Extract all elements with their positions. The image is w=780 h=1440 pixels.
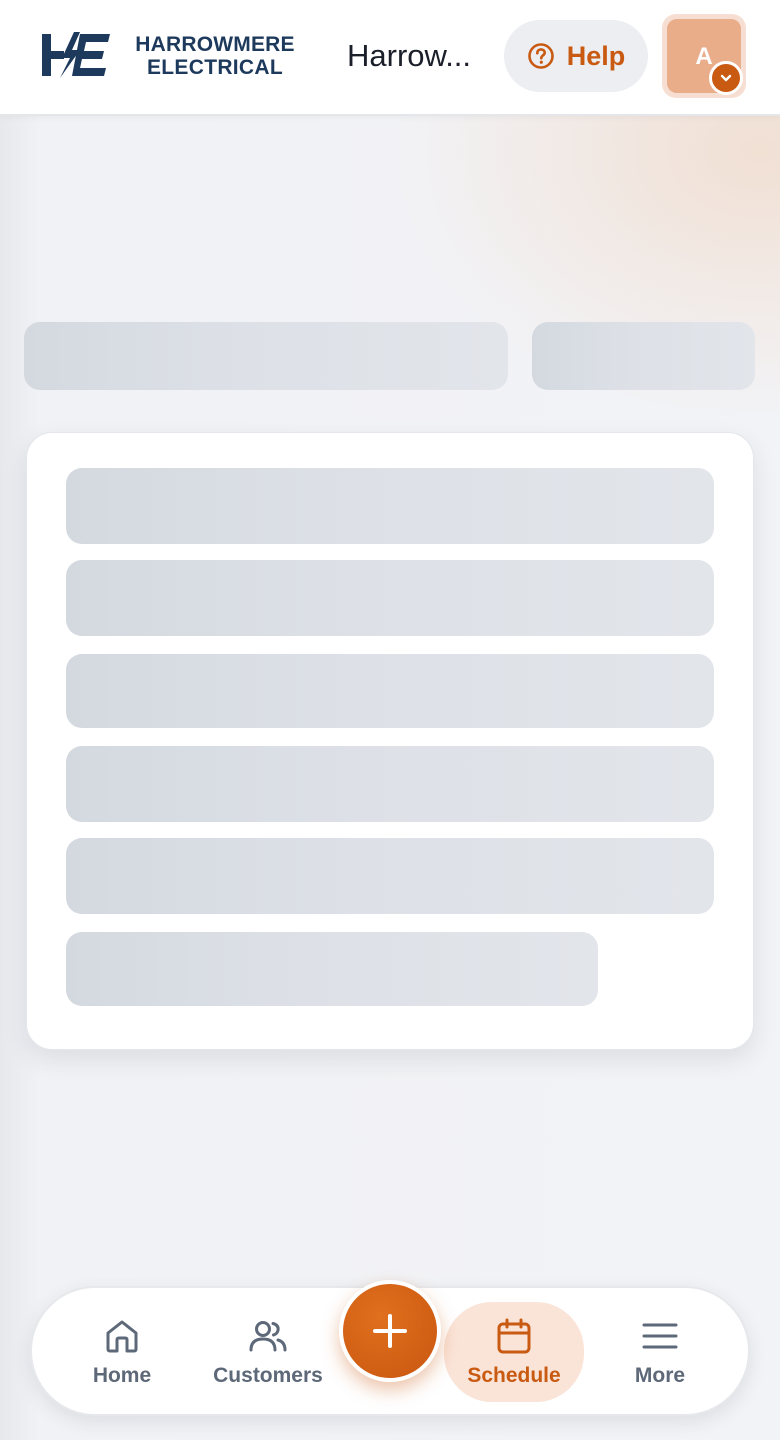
question-circle-icon (527, 43, 554, 69)
avatar-dropdown-badge (709, 61, 743, 95)
nav-label-customers: Customers (213, 1364, 323, 1387)
skeleton-title-bar (24, 322, 508, 390)
help-label: Help (566, 40, 626, 71)
skeleton-row (66, 468, 714, 544)
nav-label-schedule: Schedule (467, 1364, 561, 1387)
nav-item-home[interactable]: Home (62, 1302, 182, 1402)
plus-icon (373, 1314, 407, 1348)
skeleton-row (66, 560, 714, 636)
skeleton-card (26, 432, 754, 1050)
user-avatar-button[interactable]: A (662, 14, 746, 98)
help-button[interactable]: Help (504, 20, 648, 92)
logo-text-line1: HARROWMERE (135, 33, 295, 56)
skeleton-row-short (66, 932, 598, 1006)
avatar-initial: A (695, 43, 713, 70)
nav-item-schedule[interactable]: Schedule (444, 1302, 584, 1402)
home-icon (106, 1320, 138, 1353)
nav-item-customers[interactable]: Customers (202, 1302, 334, 1402)
company-name-title: Harrow... (347, 38, 472, 73)
skeleton-row (66, 746, 714, 822)
logo-mark-icon (42, 32, 110, 78)
chevron-down-icon (720, 74, 732, 82)
logo-text-line2: ELECTRICAL (147, 56, 283, 79)
skeleton-row (66, 838, 714, 914)
users-icon (249, 1321, 287, 1352)
company-logo[interactable]: HARROWMERE ELECTRICAL (40, 30, 310, 82)
calendar-icon (497, 1318, 531, 1354)
skeleton-row (66, 654, 714, 728)
app-header: HARROWMERE ELECTRICAL Harrow... Help A (0, 0, 780, 116)
menu-icon (642, 1323, 678, 1349)
skeleton-action-bar (532, 322, 755, 390)
nav-label-home: Home (92, 1364, 152, 1387)
add-new-button[interactable] (339, 1280, 441, 1382)
nav-label-more: More (634, 1364, 686, 1387)
nav-item-more[interactable]: More (600, 1302, 720, 1402)
